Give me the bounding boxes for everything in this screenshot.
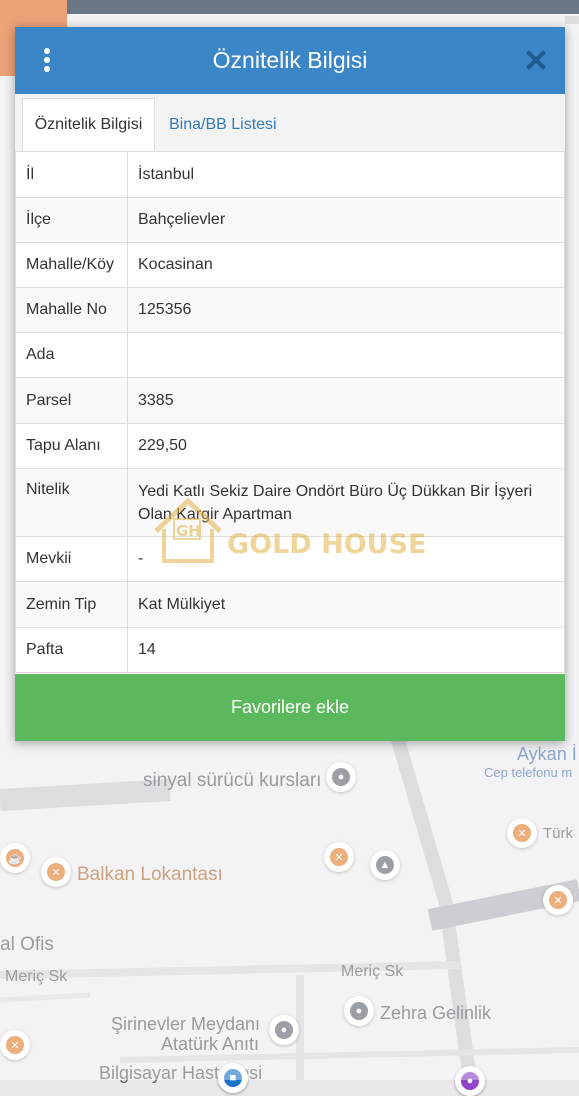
attribute-value [127, 332, 565, 378]
table-row: İl İstanbul [15, 151, 565, 198]
attribute-key: Mahalle/Köy [15, 242, 128, 288]
tab-bar: Öznitelik Bilgisi Bina/BB Listesi [15, 94, 565, 152]
attribute-key: Parsel [15, 377, 128, 424]
attribute-value: 125356 [127, 287, 565, 333]
close-icon[interactable] [525, 49, 547, 71]
attribute-key: Pafta [15, 627, 128, 673]
attribute-key: Mahalle No [15, 287, 128, 333]
dialog-title: Öznitelik Bilgisi [212, 47, 368, 73]
attribute-key: Nitelik [15, 468, 128, 537]
add-to-favorites-button[interactable]: Favorilere ekle [15, 674, 565, 741]
table-row: Parsel 3385 [15, 377, 565, 424]
attribute-value: 229,50 [127, 423, 565, 469]
attribute-value: 14 [127, 627, 565, 673]
attribute-value: İstanbul [127, 151, 565, 198]
tab-building-list[interactable]: Bina/BB Listesi [169, 99, 277, 151]
attribute-value: Kocasinan [127, 242, 565, 288]
table-row: Nitelik Yedi Katlı Sekiz Daire Ondört Bü… [15, 468, 565, 537]
attribute-table: İl İstanbul İlçe Bahçelievler Mahalle/Kö… [15, 151, 565, 673]
attribute-value: Bahçelievler [127, 197, 565, 243]
table-row: Mevkii - [15, 536, 565, 582]
attribute-key: Ada [15, 332, 128, 378]
dialog-header: Öznitelik Bilgisi [15, 27, 565, 94]
table-row: Pafta 14 [15, 627, 565, 673]
attribute-key: İlçe [15, 197, 128, 243]
table-row: Ada [15, 332, 565, 378]
attribute-key: İl [15, 151, 128, 198]
attribute-value: Yedi Katlı Sekiz Daire Ondört Büro Üç Dü… [127, 468, 565, 537]
table-row: Zemin Tip Kat Mülkiyet [15, 581, 565, 628]
attribute-value: 3385 [127, 377, 565, 424]
table-row: Tapu Alanı 229,50 [15, 423, 565, 469]
attribute-key: Zemin Tip [15, 581, 128, 628]
table-row: İlçe Bahçelievler [15, 197, 565, 243]
attribute-key: Tapu Alanı [15, 423, 128, 469]
attribute-dialog: Öznitelik Bilgisi Öznitelik Bilgisi Bina… [15, 27, 565, 741]
tab-attribute-info[interactable]: Öznitelik Bilgisi [22, 98, 155, 152]
table-row: Mahalle/Köy Kocasinan [15, 242, 565, 288]
attribute-key: Mevkii [15, 536, 128, 582]
attribute-value: - [127, 536, 565, 582]
table-row: Mahalle No 125356 [15, 287, 565, 333]
attribute-value: Kat Mülkiyet [127, 581, 565, 628]
